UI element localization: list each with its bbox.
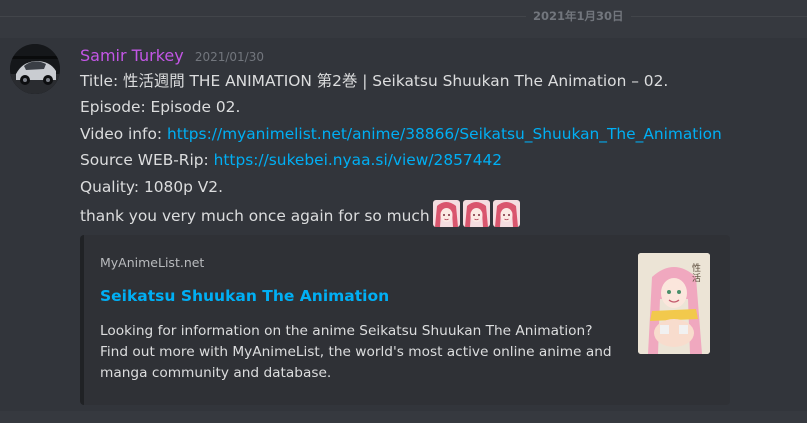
message-timestamp[interactable]: 2021/01/30 bbox=[195, 50, 264, 64]
username[interactable]: Samir Turkey bbox=[80, 46, 184, 65]
source-label: Source WEB-Rip: bbox=[80, 151, 214, 170]
anime-girl-emoji[interactable] bbox=[462, 200, 490, 228]
embed-description: Looking for information on the anime Sei… bbox=[100, 323, 612, 381]
embed-title-link[interactable]: Seikatsu Shuukan The Animation bbox=[100, 287, 389, 305]
embed-provider[interactable]: MyAnimeList.net bbox=[100, 255, 204, 270]
thanks-text: thank you very much once again for so mu… bbox=[80, 207, 430, 226]
episode-line: Episode: Episode 02. bbox=[80, 98, 241, 117]
message-content: Title: 性活週間 THE ANIMATION 第2巻 | Seikatsu… bbox=[80, 68, 807, 229]
thanks-line: thank you very much once again for so mu… bbox=[80, 200, 807, 229]
svg-text:性: 性 bbox=[692, 262, 701, 274]
video-info-link[interactable]: https://myanimelist.net/anime/38866/Seik… bbox=[167, 125, 722, 143]
source-line: Source WEB-Rip: https://sukebei.nyaa.si/… bbox=[80, 147, 807, 173]
embed-thumbnail[interactable]: 性 活 bbox=[638, 253, 710, 354]
anime-girl-emoji[interactable] bbox=[492, 200, 520, 228]
chat-view: 2021年1月30日 Samir Turkey 2021/01/30 Title… bbox=[0, 0, 807, 423]
avatar[interactable] bbox=[10, 44, 60, 94]
date-divider bbox=[0, 16, 807, 17]
date-divider-label: 2021年1月30日 bbox=[526, 8, 631, 24]
title-line: Title: 性活週間 THE ANIMATION 第2巻 | Seikatsu… bbox=[80, 72, 669, 90]
source-link[interactable]: https://sukebei.nyaa.si/view/2857442 bbox=[214, 151, 502, 169]
anime-girl-emoji[interactable] bbox=[432, 200, 460, 228]
link-embed: MyAnimeList.net Seikatsu Shuukan The Ani… bbox=[80, 235, 730, 405]
video-info-line: Video info: https://myanimelist.net/anim… bbox=[80, 121, 807, 147]
video-info-label: Video info: bbox=[80, 124, 167, 143]
message-header: Samir Turkey 2021/01/30 bbox=[80, 45, 264, 67]
quality-line: Quality: 1080p V2. bbox=[80, 177, 223, 196]
svg-text:活: 活 bbox=[692, 272, 701, 284]
